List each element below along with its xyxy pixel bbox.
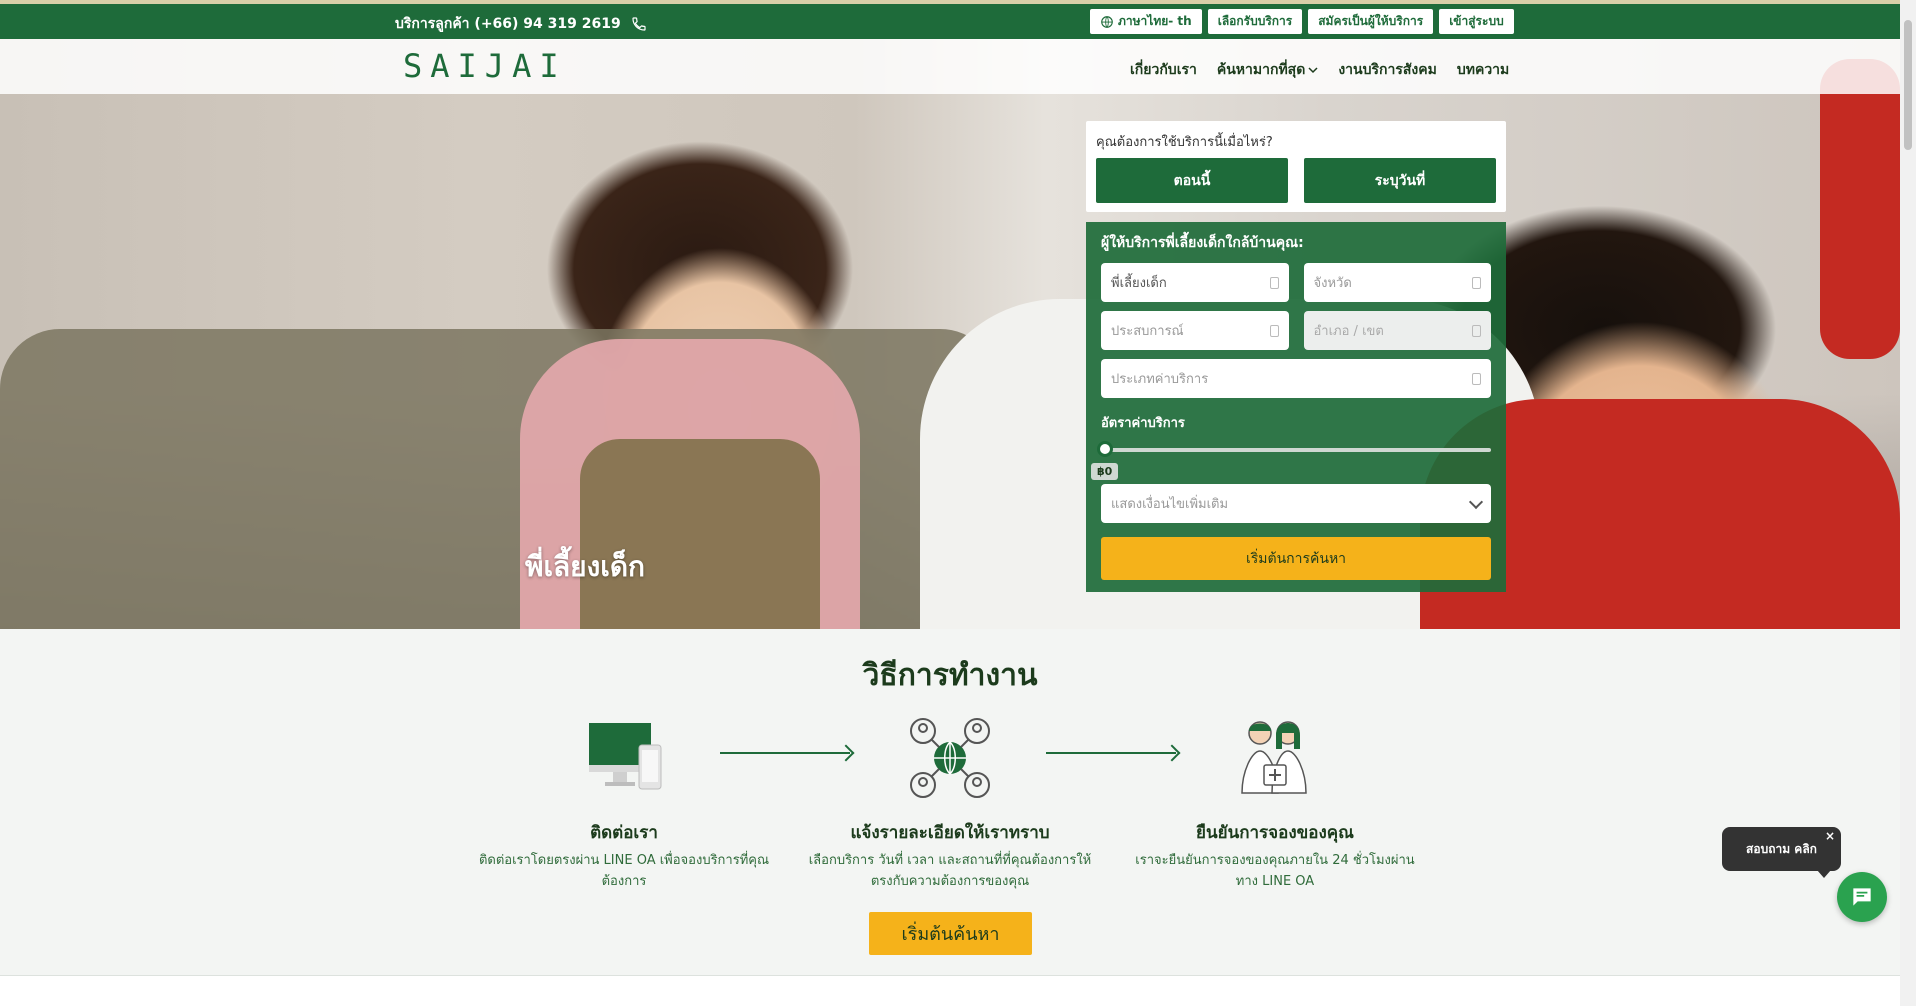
service-type-select[interactable]: พี่เลี้ยงเด็ก xyxy=(1101,263,1289,302)
search-panel: ผู้ให้บริการพี่เลี้ยงเด็กใกล้บ้านคุณ: พี… xyxy=(1086,222,1506,592)
globe-icon xyxy=(1101,15,1113,28)
step-title: ยืนยันการจองของคุณ xyxy=(1196,823,1354,843)
pick-date-button[interactable]: ระบุวันที่ xyxy=(1304,158,1496,203)
main-nav: SAIJAI เกี่ยวกับเรา ค้นหามากที่สุด งานบร… xyxy=(0,39,1900,94)
select-caret-icon xyxy=(1269,276,1279,289)
nav-most-searched[interactable]: ค้นหามากที่สุด xyxy=(1217,59,1318,81)
step-title: ติดต่อเรา xyxy=(590,823,658,843)
district-placeholder: อำเภอ / เขต xyxy=(1313,324,1384,339)
choose-service-button[interactable]: เลือกรับบริการ xyxy=(1207,9,1303,34)
step-details: แจ้งรายละเอียดให้เราทราบ เลือกบริการ วัน… xyxy=(800,713,1100,892)
nav-most-searched-label: ค้นหามากที่สุด xyxy=(1216,62,1306,78)
caregivers-icon xyxy=(1241,721,1307,794)
step-description: เลือกบริการ วันที่ เวลา และสถานที่ที่คุณ… xyxy=(808,853,1092,889)
close-icon[interactable]: × xyxy=(1825,829,1835,843)
rate-label: อัตราค่าบริการ xyxy=(1101,416,1185,431)
price-slider[interactable] xyxy=(1097,439,1491,459)
step-confirm: ยืนยันการจองของคุณ เราจะยืนยันการจองของค… xyxy=(1125,713,1425,892)
language-selector[interactable]: ภาษาไทย- th xyxy=(1090,9,1202,34)
start-search-cta[interactable]: เริ่มต้นค้นหา xyxy=(869,912,1032,955)
select-caret-icon xyxy=(1472,276,1481,289)
phone-icon xyxy=(632,17,646,31)
scrollbar-thumb[interactable] xyxy=(1904,20,1912,150)
step-description: ติดต่อเราโดยตรงผ่าน LINE OA เพื่อจองบริก… xyxy=(478,853,770,889)
service-type-value: พี่เลี้ยงเด็ก xyxy=(1111,276,1167,291)
nav-social-service[interactable]: งานบริการสังคม xyxy=(1338,59,1437,81)
experience-select[interactable]: ประสบการณ์ xyxy=(1101,311,1289,350)
select-caret-icon xyxy=(1472,324,1481,337)
hero-caption: พี่เลี้ยงเด็ก xyxy=(525,550,645,583)
phone-text: บริการลูกค้า (+66) 94 319 2619 xyxy=(395,16,621,32)
chat-prompt-bubble[interactable]: สอบถาม คลิก × xyxy=(1722,827,1841,878)
experience-placeholder: ประสบการณ์ xyxy=(1111,324,1184,339)
rate-type-placeholder: ประเภทค่าบริการ xyxy=(1111,372,1209,387)
search-title: ผู้ให้บริการพี่เลี้ยงเด็กใกล้บ้านคุณ: xyxy=(1101,235,1304,251)
chevron-down-icon xyxy=(1468,494,1484,509)
site-logo[interactable]: SAIJAI xyxy=(403,47,567,85)
chat-button[interactable] xyxy=(1837,872,1887,922)
step-title: แจ้งรายละเอียดให้เราทราบ xyxy=(850,823,1050,843)
slider-handle[interactable] xyxy=(1097,441,1113,457)
how-it-works-title: วิธีการทำงาน xyxy=(862,658,1038,693)
network-people-icon xyxy=(910,718,990,798)
page-scrollbar[interactable] xyxy=(1900,0,1916,1006)
chat-prompt-text: สอบถาม คลิก xyxy=(1746,841,1817,856)
select-caret-icon xyxy=(1472,372,1481,385)
when-panel: คุณต้องการใช้บริการนี้เมื่อไหร่? ตอนนี้ … xyxy=(1086,121,1506,212)
login-button[interactable]: เข้าสู่ระบบ xyxy=(1439,9,1514,34)
next-section xyxy=(0,976,1900,1006)
nav-about[interactable]: เกี่ยวกับเรา xyxy=(1130,59,1197,81)
become-provider-button[interactable]: สมัครเป็นผู้ให้บริการ xyxy=(1308,9,1434,34)
price-value-badge: ฿0 xyxy=(1091,463,1119,480)
start-search-button[interactable]: เริ่มต้นการค้นหา xyxy=(1101,537,1491,580)
select-caret-icon xyxy=(1269,324,1279,337)
when-question: คุณต้องการใช้บริการนี้เมื่อไหร่? xyxy=(1096,135,1273,150)
step-contact: ติดต่อเรา ติดต่อเราโดยตรงผ่าน LINE OA เพ… xyxy=(474,713,774,892)
now-button[interactable]: ตอนนี้ xyxy=(1096,158,1288,203)
customer-service-phone[interactable]: บริการลูกค้า (+66) 94 319 2619 xyxy=(395,13,647,35)
nav-articles[interactable]: บทความ xyxy=(1457,59,1509,81)
language-label: ภาษาไทย- th xyxy=(1118,14,1192,28)
computer-phone-icon xyxy=(589,723,662,790)
hero-image: พี่เลี้ยงเด็ก xyxy=(0,39,1900,629)
province-placeholder: จังหวัด xyxy=(1313,276,1352,291)
slider-track xyxy=(1101,448,1491,452)
top-bar: บริการลูกค้า (+66) 94 319 2619 ภาษาไทย- … xyxy=(0,4,1900,39)
province-select[interactable]: จังหวัด xyxy=(1303,263,1491,302)
step-description: เราจะยืนยันการจองของคุณภายใน 24 ชั่วโมงผ… xyxy=(1135,853,1415,889)
more-options-select[interactable]: แสดงเงื่อนไขเพิ่มเติม xyxy=(1101,484,1491,523)
more-options-label: แสดงเงื่อนไขเพิ่มเติม xyxy=(1111,497,1229,512)
district-select[interactable]: อำเภอ / เขต xyxy=(1303,311,1491,350)
rate-type-select[interactable]: ประเภทค่าบริการ xyxy=(1101,359,1491,398)
chat-icon xyxy=(1853,888,1871,906)
chevron-down-icon xyxy=(1308,67,1318,74)
